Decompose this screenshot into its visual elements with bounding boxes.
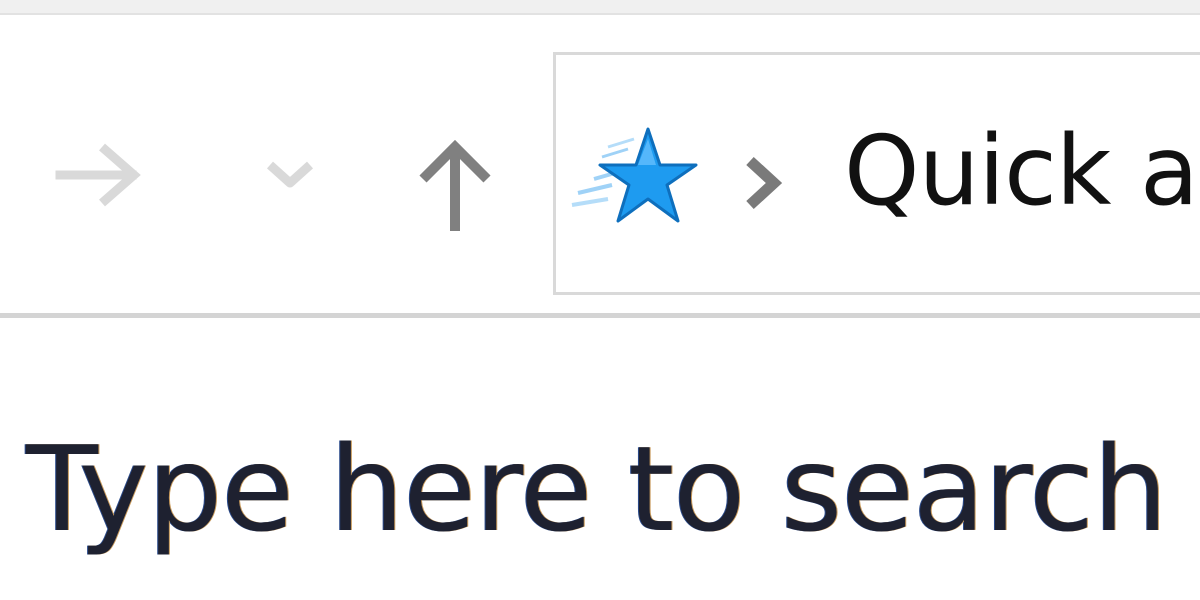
window-top-strip	[0, 0, 1200, 15]
chevron-down-icon	[266, 161, 314, 188]
address-bar[interactable]: Quick ac	[553, 52, 1200, 295]
search-placeholder[interactable]: Type here to search	[26, 414, 1168, 564]
up-button[interactable]	[400, 125, 510, 245]
navigation-bar: Quick ac	[0, 15, 1200, 313]
forward-button[interactable]	[40, 115, 155, 235]
recent-locations-button[interactable]	[250, 135, 330, 215]
search-box[interactable]: Type here to search	[0, 318, 1200, 600]
up-arrow-icon	[419, 139, 491, 231]
chevron-right-icon[interactable]	[738, 153, 788, 213]
forward-arrow-icon	[55, 143, 141, 207]
quick-access-star-icon	[571, 127, 698, 223]
address-path-text[interactable]: Quick ac	[844, 111, 1200, 231]
